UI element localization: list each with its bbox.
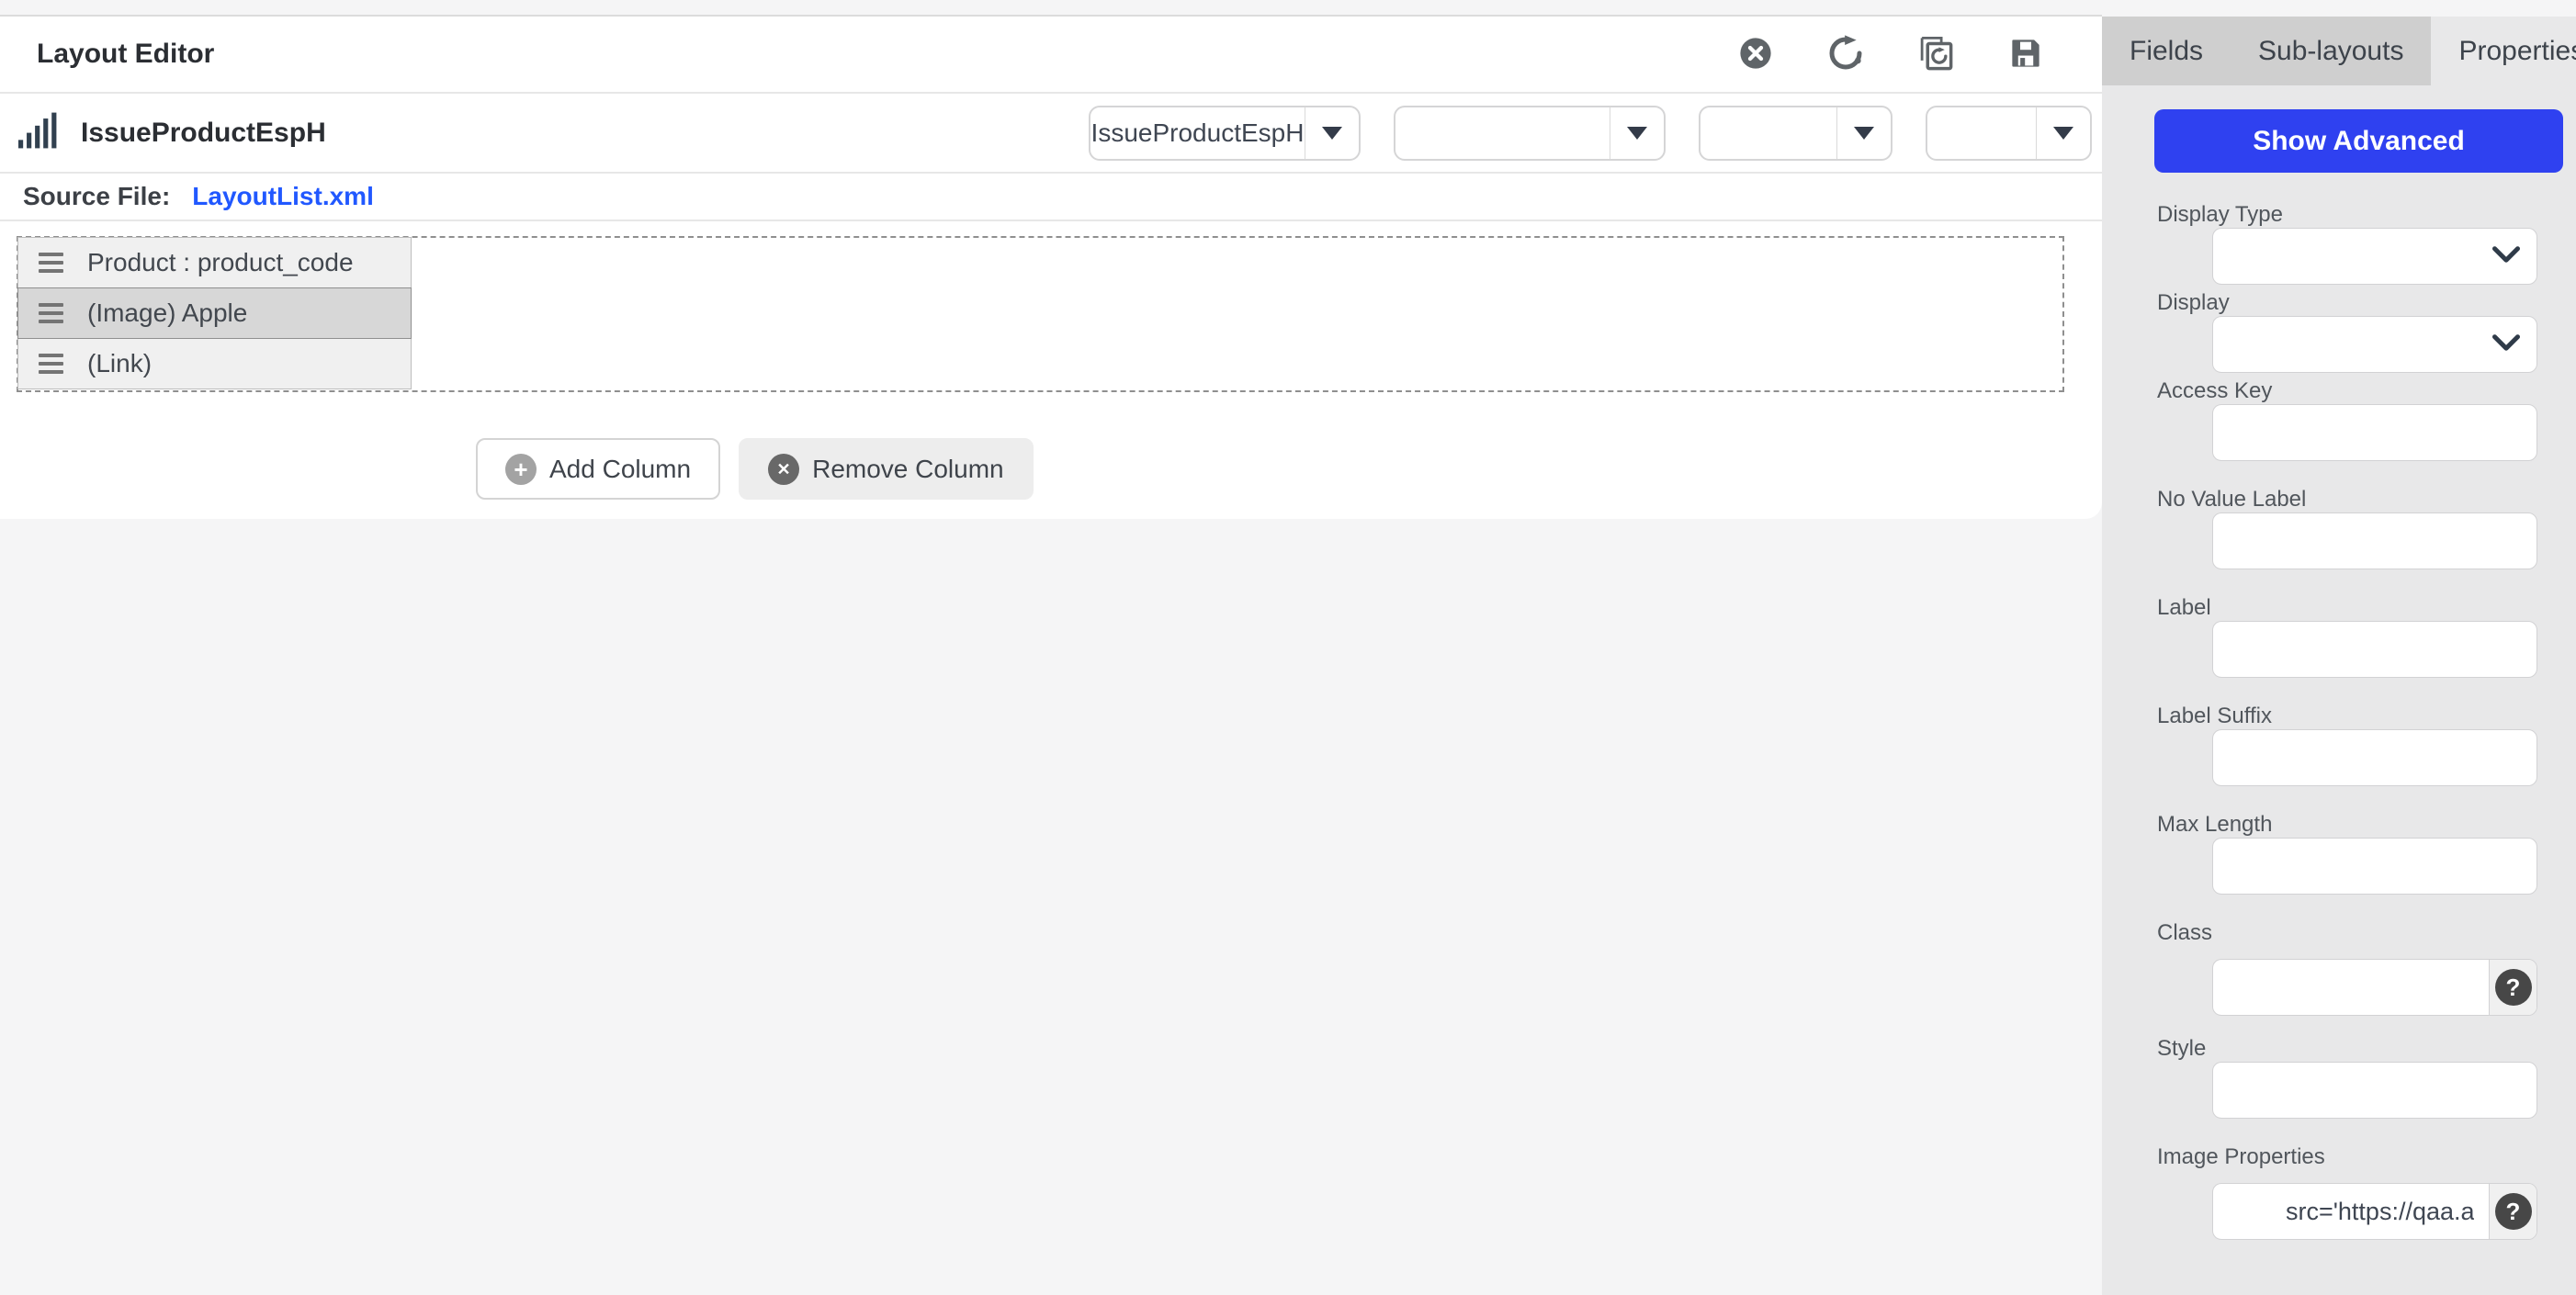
field-label: Image Properties [2157, 1146, 2563, 1168]
tab-sub-layouts[interactable]: Sub-layouts [2231, 17, 2431, 85]
properties-panel: Fields Sub-layouts Properties Show Advan… [2102, 0, 2576, 1295]
field-label: Label [2157, 597, 2563, 619]
layout-select-1[interactable]: IssueProductEspH [1089, 106, 1361, 161]
field-max-length: Max Length [2154, 814, 2563, 895]
panel-tabs: Fields Sub-layouts Properties [2102, 17, 2576, 85]
drag-handle-icon[interactable] [39, 298, 63, 328]
image-properties-input[interactable] [2271, 1184, 2489, 1239]
field-access-key: Access Key [2154, 380, 2563, 461]
field-display: Display [2154, 292, 2563, 373]
source-file-link[interactable]: LayoutList.xml [192, 182, 374, 211]
style-input[interactable] [2212, 1062, 2537, 1119]
close-icon [1738, 36, 1773, 73]
field-no-value-label: No Value Label [2154, 489, 2563, 569]
source-file-label: Source File: [23, 182, 170, 211]
column-actions: + Add Column ✕ Remove Column [476, 438, 1034, 500]
no-value-label-input[interactable] [2212, 512, 2537, 569]
layout-select-3[interactable] [1699, 106, 1892, 161]
class-help-button[interactable]: ? [2489, 960, 2536, 1015]
field-class: Class ? [2154, 922, 2563, 1016]
field-label: Display [2157, 292, 2563, 314]
access-key-input[interactable] [2212, 404, 2537, 461]
display-select[interactable] [2212, 316, 2537, 373]
tab-fields[interactable]: Fields [2102, 17, 2231, 85]
refresh-layouts-button[interactable] [1916, 35, 1955, 73]
column-drop-area: Product : product_code (Image) Apple (Li… [17, 236, 2064, 392]
show-advanced-button[interactable]: Show Advanced [2154, 109, 2563, 173]
redo-button[interactable] [1826, 35, 1865, 73]
page-title: Layout Editor [37, 39, 214, 70]
bar-chart-icon [18, 112, 59, 153]
properties-form: Show Advanced Display Type Display Acces… [2102, 85, 2576, 1295]
tab-properties[interactable]: Properties [2431, 17, 2576, 85]
add-column-button[interactable]: + Add Column [476, 438, 720, 500]
source-file-bar: Source File: LayoutList.xml [0, 174, 2102, 221]
field-label: Access Key [2157, 380, 2563, 402]
drag-handle-icon[interactable] [39, 349, 63, 378]
column-item-image-apple[interactable]: (Image) Apple [17, 287, 412, 339]
field-label: Label Suffix [2157, 705, 2563, 727]
x-icon: ✕ [768, 454, 799, 485]
plus-icon: + [505, 454, 537, 485]
label-suffix-input[interactable] [2212, 729, 2537, 786]
field-style: Style [2154, 1038, 2563, 1119]
chevron-down-icon [2492, 246, 2520, 267]
save-icon [2008, 36, 2043, 73]
class-input[interactable] [2271, 960, 2489, 1015]
field-display-type: Display Type [2154, 204, 2563, 285]
save-button[interactable] [2006, 35, 2045, 73]
question-icon: ? [2495, 1193, 2532, 1230]
field-label: Max Length [2157, 814, 2563, 836]
dropdown-arrow-icon [2036, 107, 2090, 159]
column-item-product[interactable]: Product : product_code [17, 237, 412, 288]
field-image-properties: Image Properties ? [2154, 1146, 2563, 1240]
drag-handle-icon[interactable] [39, 248, 63, 277]
remove-column-button[interactable]: ✕ Remove Column [739, 438, 1034, 500]
dropdown-arrow-icon [1610, 107, 1664, 159]
close-button[interactable] [1736, 35, 1775, 73]
dropdown-arrow-icon [1305, 107, 1359, 159]
field-label-suffix: Label Suffix [2154, 705, 2563, 786]
display-type-select[interactable] [2212, 228, 2537, 285]
layout-editor-card: Layout Editor [0, 15, 2102, 519]
layout-editor-app: Layout Editor [0, 0, 2576, 1295]
layout-title-bar: IssueProductEspH IssueProductEspH [0, 94, 2102, 174]
header-bar: Layout Editor [0, 17, 2102, 94]
layout-name: IssueProductEspH [81, 118, 326, 149]
refresh-layouts-icon [1916, 34, 1955, 75]
image-properties-help-button[interactable]: ? [2489, 1184, 2536, 1239]
header-toolbar [1736, 35, 2045, 73]
layout-select-2[interactable] [1394, 106, 1666, 161]
field-label: Style [2157, 1038, 2563, 1060]
layout-select-4[interactable] [1926, 106, 2092, 161]
max-length-input[interactable] [2212, 838, 2537, 895]
field-label: No Value Label [2157, 489, 2563, 511]
chevron-down-icon [2492, 334, 2520, 355]
redo-icon [1827, 35, 1864, 74]
field-label: Label [2154, 597, 2563, 678]
field-label: Class [2157, 922, 2563, 944]
label-input[interactable] [2212, 621, 2537, 678]
question-icon: ? [2495, 969, 2532, 1006]
layout-selects: IssueProductEspH [1089, 106, 2092, 161]
field-label: Display Type [2157, 204, 2563, 226]
dropdown-arrow-icon [1836, 107, 1891, 159]
column-item-link[interactable]: (Link) [17, 338, 412, 389]
